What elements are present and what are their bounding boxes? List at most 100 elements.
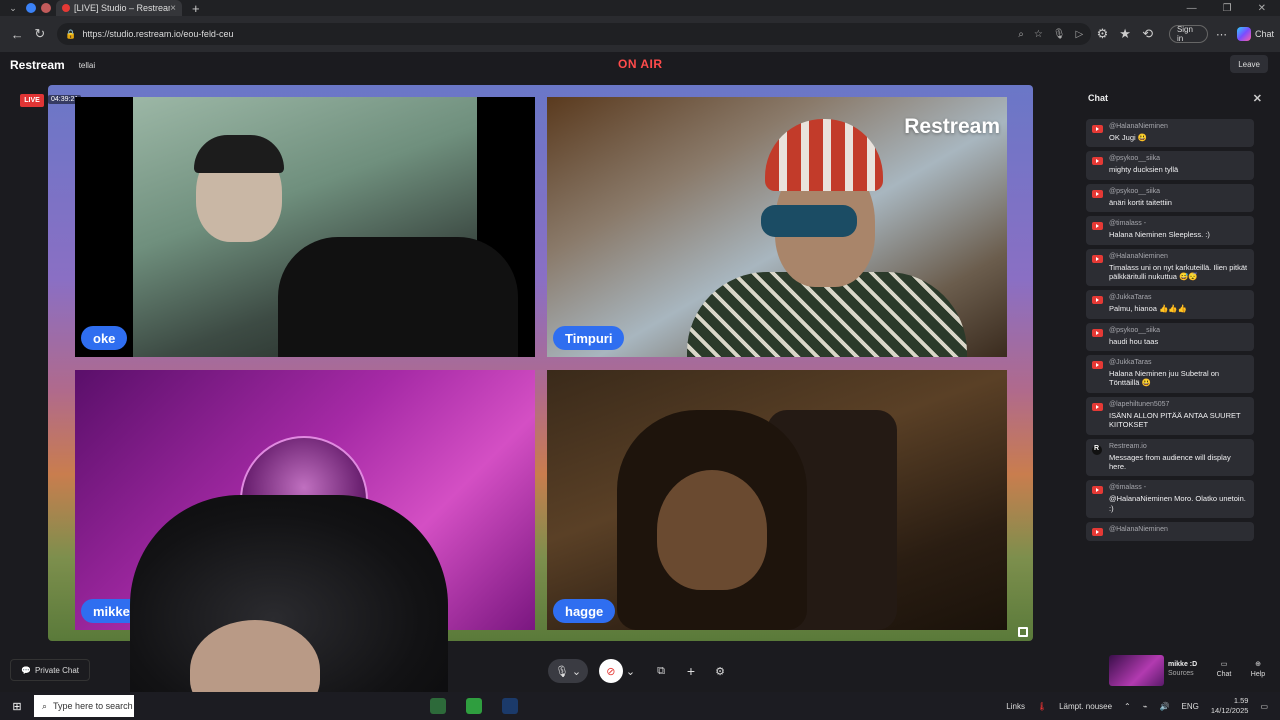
windows-taskbar: ⊞ ⌕ Type here to search Links 🌡 Lämpt. n… <box>0 692 1280 720</box>
chevron-down-icon[interactable]: ⌄ <box>572 665 581 678</box>
chat-toggle-button[interactable]: ▭ Chat <box>1209 660 1239 680</box>
thermometer-icon: 🌡 <box>1036 701 1048 711</box>
message-author: @lapehiltunen5057 <box>1109 400 1170 408</box>
microphone-toggle[interactable]: 🎙 ⌄ <box>548 659 588 683</box>
mic-icon[interactable]: 🎙 <box>1053 29 1066 40</box>
person-glasses <box>761 205 857 237</box>
message-author: @JukkaTaras <box>1109 294 1152 302</box>
sources-thumbnail[interactable] <box>1109 655 1164 686</box>
steam-icon[interactable] <box>502 698 518 714</box>
participant-tile-hagge[interactable] <box>547 370 1007 630</box>
camera-toggle[interactable]: ⊘ ⌄ <box>597 659 637 683</box>
message-author: @HalanaNieminen <box>1109 252 1168 260</box>
message-text: änäri kortit taitettiin <box>1109 197 1172 207</box>
favorite-star-icon[interactable]: ☆ <box>1034 29 1043 40</box>
leave-button[interactable]: Leave <box>1230 55 1268 73</box>
url-field[interactable]: 🔒 https://studio.restream.io/eou-feld-ce… <box>57 23 1092 45</box>
chat-bubble-icon: 💬 <box>21 665 31 675</box>
on-air-indicator: ON AIR <box>618 57 663 71</box>
language-indicator[interactable]: ENG <box>1182 702 1199 711</box>
tab-close-icon[interactable]: × <box>170 3 176 14</box>
help-button[interactable]: ⊕ Help <box>1243 660 1273 680</box>
message-text: mighty ducksien tyllä <box>1109 165 1179 175</box>
close-icon[interactable]: ✕ <box>1253 92 1262 105</box>
chat-header: Chat ✕ <box>1080 85 1270 111</box>
youtube-icon <box>1092 402 1103 411</box>
sources-button[interactable]: mikke :D Sources <box>1168 660 1197 678</box>
play-app-icon[interactable] <box>466 698 482 714</box>
message-author: @HalanaNieminen <box>1109 123 1168 130</box>
brand-logo: Restream <box>10 58 65 72</box>
participant-tile-oke[interactable] <box>75 97 535 357</box>
tab-restream-studio[interactable]: [LIVE] Studio – Restream × <box>56 0 182 16</box>
message-author: @psykoo__siika <box>1109 155 1161 163</box>
message-author: @HalanaNieminen <box>1109 526 1168 533</box>
message-text: ISÄNN ALLON PITÄÄ ANTAA SUURET KIITOKSET <box>1109 410 1241 430</box>
back-icon[interactable]: ← <box>6 27 29 42</box>
settings-button[interactable]: ⚙ <box>709 659 731 683</box>
studio-name[interactable]: tellai <box>79 61 95 70</box>
message-text: Halana Nieminen Sleepless. :) <box>1109 230 1210 240</box>
studio-header: Restream tellai ON AIR Leave <box>0 52 1280 78</box>
network-icon[interactable]: ⌁ <box>1143 702 1148 711</box>
new-tab-button[interactable]: + <box>192 1 200 16</box>
add-button[interactable]: + <box>680 659 702 683</box>
chat-message: Restream.io Messages from audience will d… <box>1086 438 1254 477</box>
private-chat-label: Private Chat <box>34 665 79 675</box>
chat-message: @JukkaTaras Halana Nieminen juu Subetral … <box>1086 355 1254 393</box>
person-body <box>278 237 518 357</box>
profile-icon[interactable] <box>41 3 51 13</box>
weather-text[interactable]: Lämpt. nousee <box>1059 702 1112 711</box>
youtube-icon <box>1092 125 1103 133</box>
fullscreen-icon[interactable] <box>1018 627 1028 637</box>
url-text: https://studio.restream.io/eou-feld-ceu <box>82 29 234 39</box>
copilot-icon <box>1236 27 1251 41</box>
taskbar-search-input[interactable]: ⌕ Type here to search <box>34 695 134 717</box>
notifications-icon[interactable]: ▭ <box>1260 702 1268 711</box>
private-chat-button[interactable]: 💬 Private Chat <box>10 659 90 681</box>
more-menu-icon[interactable]: ⋯ <box>1216 28 1227 41</box>
copilot-chat-button[interactable]: Chat <box>1236 27 1274 41</box>
person-head <box>657 470 767 590</box>
chat-title: Chat <box>1088 93 1108 103</box>
message-author: @psykoo__siika <box>1109 187 1161 195</box>
share-screen-button[interactable]: ⧉ <box>650 659 672 683</box>
minimize-icon[interactable]: — <box>1187 3 1197 14</box>
tray-chevron-icon[interactable]: ⌃ <box>1124 702 1131 711</box>
refresh-icon[interactable]: ↻ <box>29 26 52 42</box>
chat-message: @HalanaNieminen <box>1086 522 1254 541</box>
zoom-icon[interactable]: ⌕ <box>1018 29 1024 40</box>
message-author: @timalass - <box>1109 220 1147 228</box>
app-icon[interactable] <box>430 698 446 714</box>
tab-list-chevron-icon[interactable]: ⌄ <box>0 3 26 14</box>
history-icon[interactable]: ⟲ <box>1136 26 1159 42</box>
person-cap <box>194 135 284 173</box>
camera-off-icon: ⊘ <box>598 659 623 683</box>
youtube-icon <box>1092 189 1103 198</box>
workspace-icon[interactable] <box>26 3 36 13</box>
read-aloud-icon[interactable]: ▷ <box>1076 29 1084 40</box>
chat-message: @psykoo__siikamighty ducksien tyllä <box>1086 151 1254 180</box>
chat-message-list[interactable]: @HalanaNieminen OK Jugi 😃 @psykoo__siikam… <box>1086 119 1254 639</box>
close-window-icon[interactable]: ✕ <box>1258 3 1266 14</box>
mic-icon: 🎙 <box>554 665 569 678</box>
help-label: Help <box>1250 670 1266 678</box>
system-tray: Links 🌡 Lämpt. nousee ⌃ ⌁ 🔊 ENG 1.59 14/… <box>1006 692 1268 720</box>
windows-start-icon[interactable]: ⊞ <box>0 700 34 713</box>
volume-icon[interactable]: 🔊 <box>1160 702 1170 711</box>
youtube-icon <box>1092 528 1103 536</box>
favorites-icon[interactable]: ★ <box>1114 26 1137 42</box>
message-text: Palmu, hianoa 👍👍👍 <box>1109 304 1188 314</box>
chat-icon: ▭ <box>1220 661 1228 668</box>
chat-message: @HalanaNieminen OK Jugi 😃 <box>1086 119 1254 148</box>
address-bar: ← ↻ 🔒 https://studio.restream.io/eou-fel… <box>0 16 1280 52</box>
chevron-down-icon[interactable]: ⌄ <box>626 665 635 678</box>
maximize-icon[interactable]: ❐ <box>1223 3 1232 14</box>
clock[interactable]: 1.59 14/12/2025 <box>1211 696 1249 716</box>
lock-icon: 🔒 <box>65 28 77 39</box>
sources-label: Sources <box>1168 670 1194 678</box>
participant-name-oke: oke <box>81 326 128 350</box>
extensions-icon[interactable]: ⚙ <box>1091 26 1114 42</box>
links-toolbar[interactable]: Links <box>1006 702 1025 711</box>
sign-in-button[interactable]: Sign in <box>1168 25 1208 43</box>
